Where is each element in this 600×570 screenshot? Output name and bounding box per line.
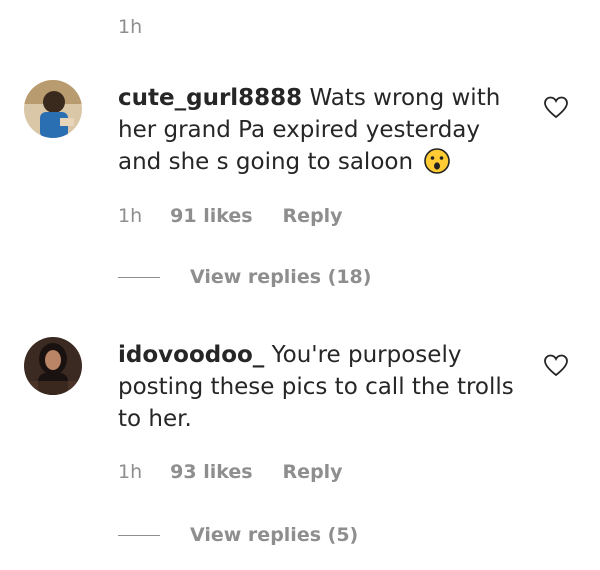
avatar[interactable] xyxy=(24,80,82,138)
replies-divider xyxy=(118,276,160,278)
comment-body: idovoodoo_ You're purposely posting thes… xyxy=(118,339,518,435)
view-replies-label[interactable]: View replies (18) xyxy=(190,266,371,288)
comment-username[interactable]: idovoodoo_ xyxy=(118,342,264,368)
comment-meta: 1h 91 likes Reply xyxy=(118,205,343,227)
likes-count[interactable]: 93 likes xyxy=(170,461,252,483)
comment-meta: 1h 93 likes Reply xyxy=(118,461,343,483)
top-timestamp: 1h xyxy=(118,16,143,38)
avatar[interactable] xyxy=(24,337,82,395)
view-replies-button[interactable]: View replies (18) xyxy=(118,266,371,288)
likes-count[interactable]: 91 likes xyxy=(170,205,252,227)
view-replies-button[interactable]: View replies (5) xyxy=(118,524,358,546)
comment-time: 1h xyxy=(118,205,143,227)
astonished-face-emoji xyxy=(424,148,451,174)
like-heart-icon[interactable] xyxy=(543,96,569,120)
replies-divider xyxy=(118,534,160,536)
comment-username[interactable]: cute_gurl8888 xyxy=(118,85,302,111)
comment-body: cute_gurl8888 Wats wrong with her grand … xyxy=(118,82,518,178)
comment-time: 1h xyxy=(118,461,143,483)
reply-button[interactable]: Reply xyxy=(283,205,343,227)
reply-button[interactable]: Reply xyxy=(283,461,343,483)
like-heart-icon[interactable] xyxy=(543,354,569,378)
view-replies-label[interactable]: View replies (5) xyxy=(190,524,358,546)
